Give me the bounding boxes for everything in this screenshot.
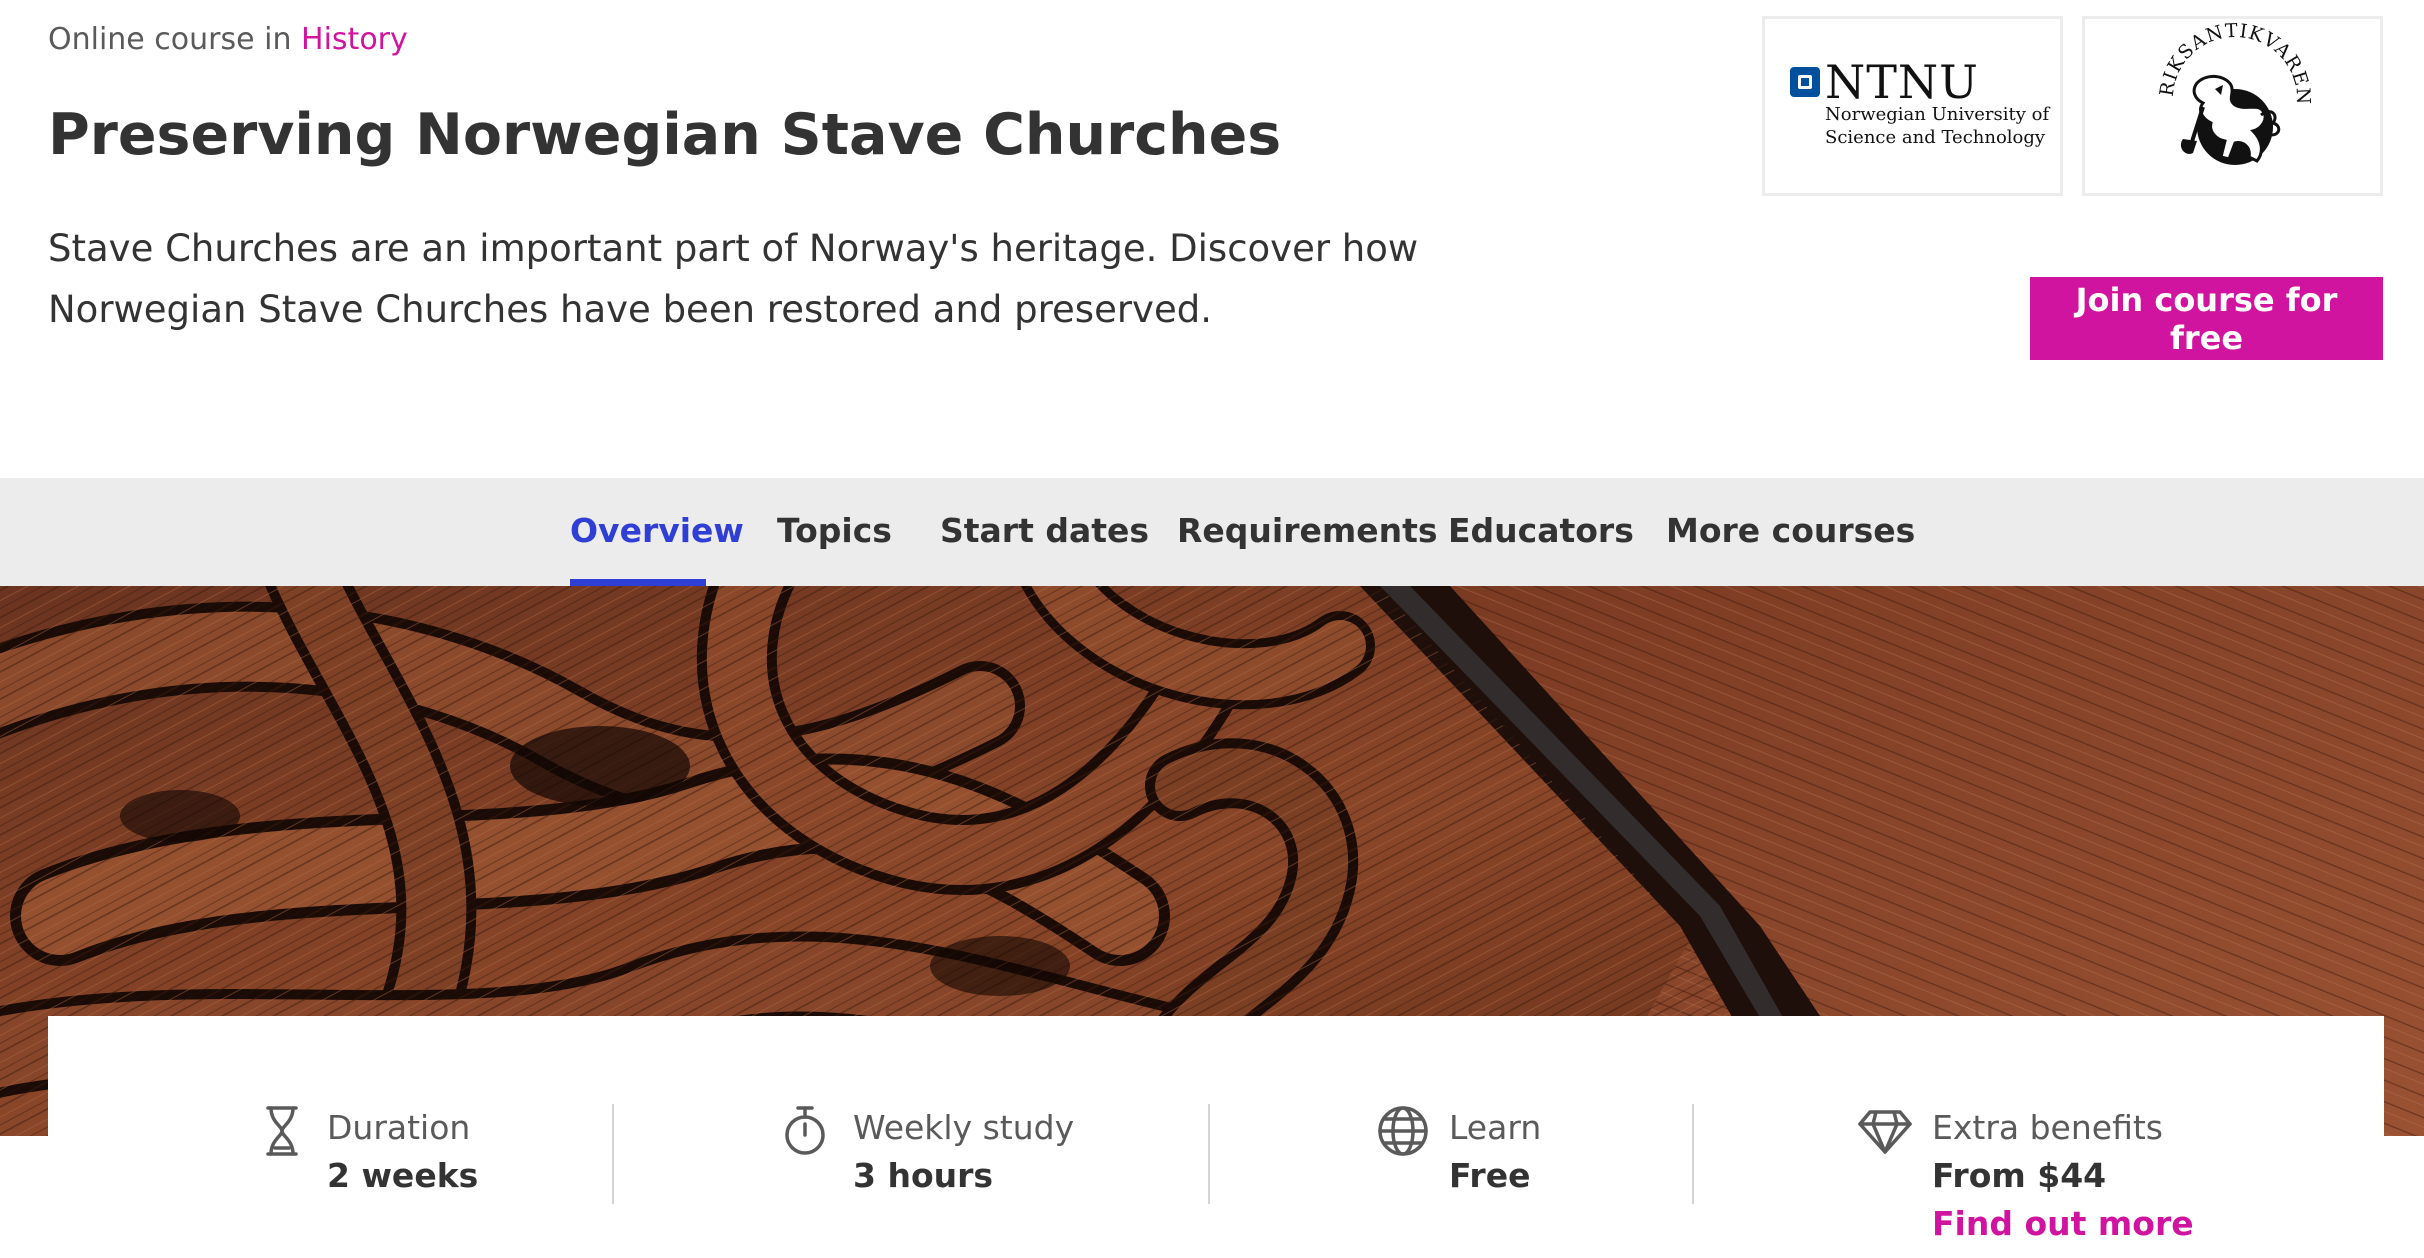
active-tab-indicator (570, 579, 706, 586)
stopwatch-icon (785, 1106, 825, 1155)
tab-overview[interactable]: Overview (570, 511, 744, 550)
learn-value: Free (1449, 1156, 1531, 1195)
find-out-more-link[interactable]: Find out more (1932, 1204, 2194, 1243)
learn-label: Learn (1449, 1108, 1542, 1147)
tab-requirements[interactable]: Requirements (1177, 511, 1438, 550)
ntnu-subtitle-line1: Norwegian University of (1825, 104, 2050, 125)
tab-educators[interactable]: Educators (1448, 511, 1634, 550)
tab-start-dates[interactable]: Start dates (940, 511, 1149, 550)
duration-label: Duration (327, 1108, 471, 1147)
ntnu-subtitle-line2: Science and Technology (1825, 127, 2046, 148)
info-divider (1692, 1104, 1694, 1204)
duration-value: 2 weeks (327, 1156, 479, 1195)
breadcrumb-prefix: Online course in (48, 22, 292, 57)
ntnu-name: NTNU (1825, 55, 1979, 109)
diamond-icon (1858, 1110, 1912, 1154)
tab-more-courses[interactable]: More courses (1666, 511, 1915, 550)
extra-benefits-value: From $44 (1932, 1156, 2107, 1195)
course-info-card: Duration 2 weeks Weekly study 3 hours Le… (48, 1016, 2384, 1258)
hourglass-icon (266, 1106, 298, 1156)
course-nav: Overview Topics Start dates Requirements… (0, 478, 2424, 586)
tab-topics[interactable]: Topics (777, 511, 892, 550)
join-course-button[interactable]: Join course for free (2030, 277, 2383, 360)
info-divider (612, 1104, 614, 1204)
info-divider (1208, 1104, 1210, 1204)
globe-icon (1378, 1106, 1428, 1156)
ntnu-logo[interactable]: NTNU Norwegian University of Science and… (1762, 16, 2063, 196)
weekly-study-label: Weekly study (853, 1108, 1075, 1147)
breadcrumb: Online course in History (48, 22, 408, 57)
course-header: Online course in History Preserving Norw… (0, 0, 2424, 478)
riksantikvaren-logo[interactable]: RIKSANTIKVAREN (2082, 16, 2383, 196)
riksantikvaren-emblem: RIKSANTIKVAREN (2156, 20, 2313, 165)
ntnu-mark-icon (1790, 67, 1820, 97)
weekly-study-value: 3 hours (853, 1156, 994, 1195)
course-description: Stave Churches are an important part of … (48, 227, 1419, 331)
breadcrumb-category-link[interactable]: History (301, 22, 408, 57)
extra-benefits-label: Extra benefits (1932, 1108, 2163, 1147)
ntnu-subtitle: Norwegian University of Science and Tech… (1825, 103, 2049, 149)
page-title: Preserving Norwegian Stave Churches (48, 102, 1282, 168)
